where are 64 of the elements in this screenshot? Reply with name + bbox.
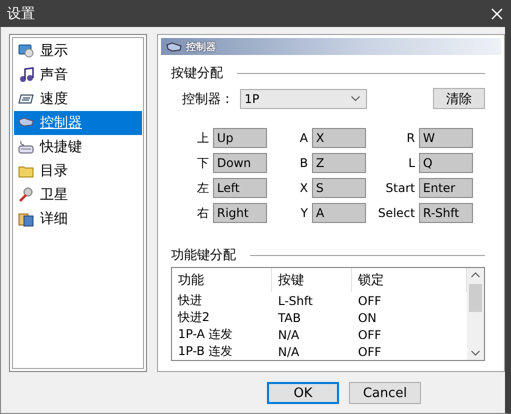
key-label: L — [407, 156, 415, 170]
documents-icon — [18, 211, 34, 227]
scrollbar[interactable] — [467, 268, 484, 360]
scrollbar-thumb[interactable] — [469, 284, 482, 312]
sidebar-item[interactable]: 速度 — [14, 87, 142, 111]
sidebar-item[interactable]: 目录 — [14, 159, 142, 183]
close-icon[interactable] — [491, 8, 503, 20]
key-label: Select — [376, 206, 415, 220]
sidebar-item[interactable]: 卫星 — [14, 183, 142, 207]
table-cell-text: 1P-A 连发 — [177, 326, 234, 343]
dialog-button[interactable]: Cancel — [349, 382, 421, 404]
table-cell-text: N/A — [277, 344, 300, 358]
key-field[interactable]: S — [312, 178, 366, 198]
key-field[interactable]: X — [312, 128, 366, 148]
sidebar-item[interactable]: 快捷键 — [14, 135, 142, 159]
column-header[interactable]: 按键 — [272, 268, 352, 292]
chevron-down-icon — [350, 96, 360, 101]
table-cell-text: OFF — [357, 328, 382, 342]
field-label: 控制器 : — [182, 90, 230, 108]
table-cell-text: ON — [357, 310, 378, 324]
controller-dropdown[interactable]: 1P — [240, 88, 367, 108]
key-label: Y — [300, 206, 308, 220]
music-note-icon — [18, 67, 34, 83]
keyboard-icon — [18, 139, 34, 155]
monitor-icon — [18, 43, 34, 59]
table-cell-text: 快进2 — [176, 309, 211, 326]
key-field[interactable]: Enter — [419, 178, 473, 198]
table-cell-text: OFF — [357, 344, 382, 358]
dialog-button[interactable]: OK — [267, 382, 339, 404]
key-label: Start — [384, 181, 415, 195]
section-heading: 按键分配 — [171, 65, 223, 82]
key-field[interactable]: Right — [213, 203, 267, 223]
key-field[interactable]: Down — [213, 153, 267, 173]
sidebar-item[interactable]: 详细 — [14, 207, 142, 231]
table-cell-text: L-Shft — [277, 294, 314, 308]
key-label: 左 — [196, 180, 209, 196]
clear-button[interactable]: 清除 — [433, 88, 485, 109]
key-field[interactable]: A — [312, 203, 366, 223]
key-label: 上 — [196, 130, 209, 146]
key-field[interactable]: Q — [419, 153, 473, 173]
table-cell-text: N/A — [277, 328, 300, 342]
key-label: A — [298, 131, 308, 145]
table-cell-text: TAB — [277, 310, 302, 324]
key-label: 右 — [196, 204, 209, 222]
window-title: 设置 — [7, 4, 35, 22]
section-heading: 功能键分配 — [171, 247, 236, 264]
sidebar-item[interactable]: 声音 — [14, 63, 142, 87]
column-header[interactable]: 功能 — [172, 268, 272, 292]
key-label: X — [298, 181, 308, 195]
table-cell-text: OFF — [357, 294, 382, 308]
table-cell-text: 快进 — [176, 292, 203, 309]
key-field[interactable]: Z — [312, 153, 366, 173]
table-cell-text: 1P-B 连发 — [177, 343, 234, 360]
key-label: 下 — [196, 154, 209, 172]
controller-icon — [166, 40, 182, 52]
key-label: R — [406, 131, 415, 145]
panel-title: 控制器 — [186, 40, 216, 54]
key-field[interactable]: Left — [213, 178, 267, 198]
key-label: B — [298, 156, 308, 170]
key-field[interactable]: Up — [213, 128, 267, 148]
key-field[interactable]: R-Shft — [419, 203, 473, 223]
sidebar-item[interactable]: 控制器 — [14, 111, 142, 135]
key-field[interactable]: W — [419, 128, 473, 148]
sidebar-item[interactable]: 显示 — [14, 39, 142, 63]
